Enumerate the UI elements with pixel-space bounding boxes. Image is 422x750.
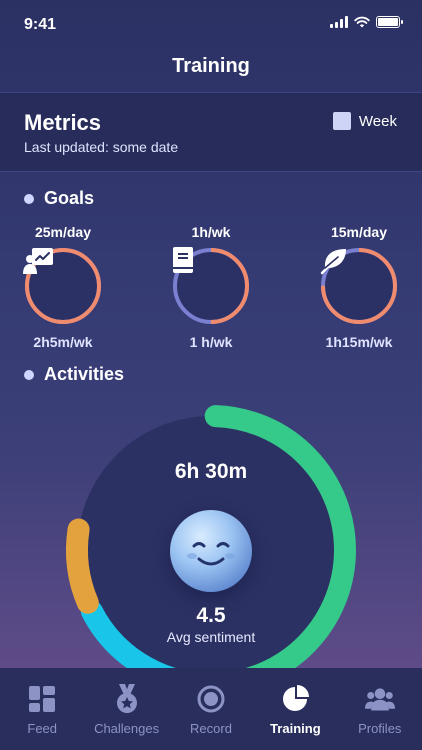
presentation-icon <box>23 248 53 274</box>
wifi-icon <box>354 16 370 28</box>
goal-target: 25m/day <box>34 224 92 240</box>
week-toggle[interactable]: Week <box>332 112 397 130</box>
tab-record[interactable]: Record <box>169 668 253 750</box>
goal-actual: 1 h/wk <box>189 334 233 350</box>
bullet-icon <box>24 193 34 204</box>
status-time: 9:41 <box>24 16 57 33</box>
book-icon <box>173 247 193 273</box>
page-title: Training <box>172 55 250 77</box>
medal-icon <box>112 684 142 713</box>
goal-progress-ring <box>23 246 103 326</box>
last-updated-text: Last updated: some date <box>24 139 179 155</box>
tab-profiles[interactable]: Profiles <box>338 668 422 750</box>
tab-label: Training <box>270 721 321 736</box>
tab-training[interactable]: Training <box>253 668 337 750</box>
activities-heading: Activities <box>24 364 124 385</box>
goal-target: 1h/wk <box>191 224 231 240</box>
goal-target: 15m/day <box>330 224 388 240</box>
status-icons <box>330 16 403 28</box>
tab-label: Profiles <box>358 721 402 736</box>
record-icon <box>196 685 226 713</box>
cellular-signal-icon <box>330 16 348 28</box>
tab-bar: Feed Challenges Record Training Profiles <box>0 668 422 750</box>
goal-progress-ring <box>319 246 399 326</box>
pie-chart-icon <box>280 685 310 713</box>
leaf-icon <box>320 249 346 275</box>
tab-challenges[interactable]: Challenges <box>84 668 168 750</box>
metrics-title: Metrics <box>24 110 102 135</box>
goal-item[interactable]: 15m/day 1h15m/wk <box>299 222 419 350</box>
goals-heading: Goals <box>24 188 94 209</box>
sentiment-label: Avg sentiment <box>166 629 256 645</box>
metrics-card: Metrics Last updated: some date Week <box>0 92 422 172</box>
goal-item[interactable]: 1h/wk 1 h/wk <box>151 222 271 350</box>
smiling-face-icon <box>170 510 252 592</box>
activity-ring-segment[interactable] <box>66 518 99 614</box>
activity-duration: 6h 30m <box>174 460 248 483</box>
goal-actual: 2h5m/wk <box>33 334 93 350</box>
people-icon <box>364 685 395 713</box>
goal-progress-ring <box>171 246 251 326</box>
tab-label: Challenges <box>94 721 160 736</box>
tab-label: Record <box>190 721 232 736</box>
goals-heading-label: Goals <box>44 188 95 208</box>
tab-label: Feed <box>27 721 58 736</box>
bullet-icon <box>24 369 34 380</box>
grid-icon <box>27 685 57 713</box>
goal-actual: 1h15m/wk <box>325 334 393 350</box>
week-checkbox[interactable] <box>332 112 351 130</box>
week-label: Week <box>358 112 397 130</box>
tab-feed[interactable]: Feed <box>0 668 84 750</box>
activities-heading-label: Activities <box>44 364 125 384</box>
goal-item[interactable]: 25m/day 2h5m/wk <box>3 222 123 350</box>
battery-icon <box>376 16 403 28</box>
sentiment-score: 4.5 <box>196 604 226 627</box>
status-bar: 9:41 <box>0 0 422 48</box>
